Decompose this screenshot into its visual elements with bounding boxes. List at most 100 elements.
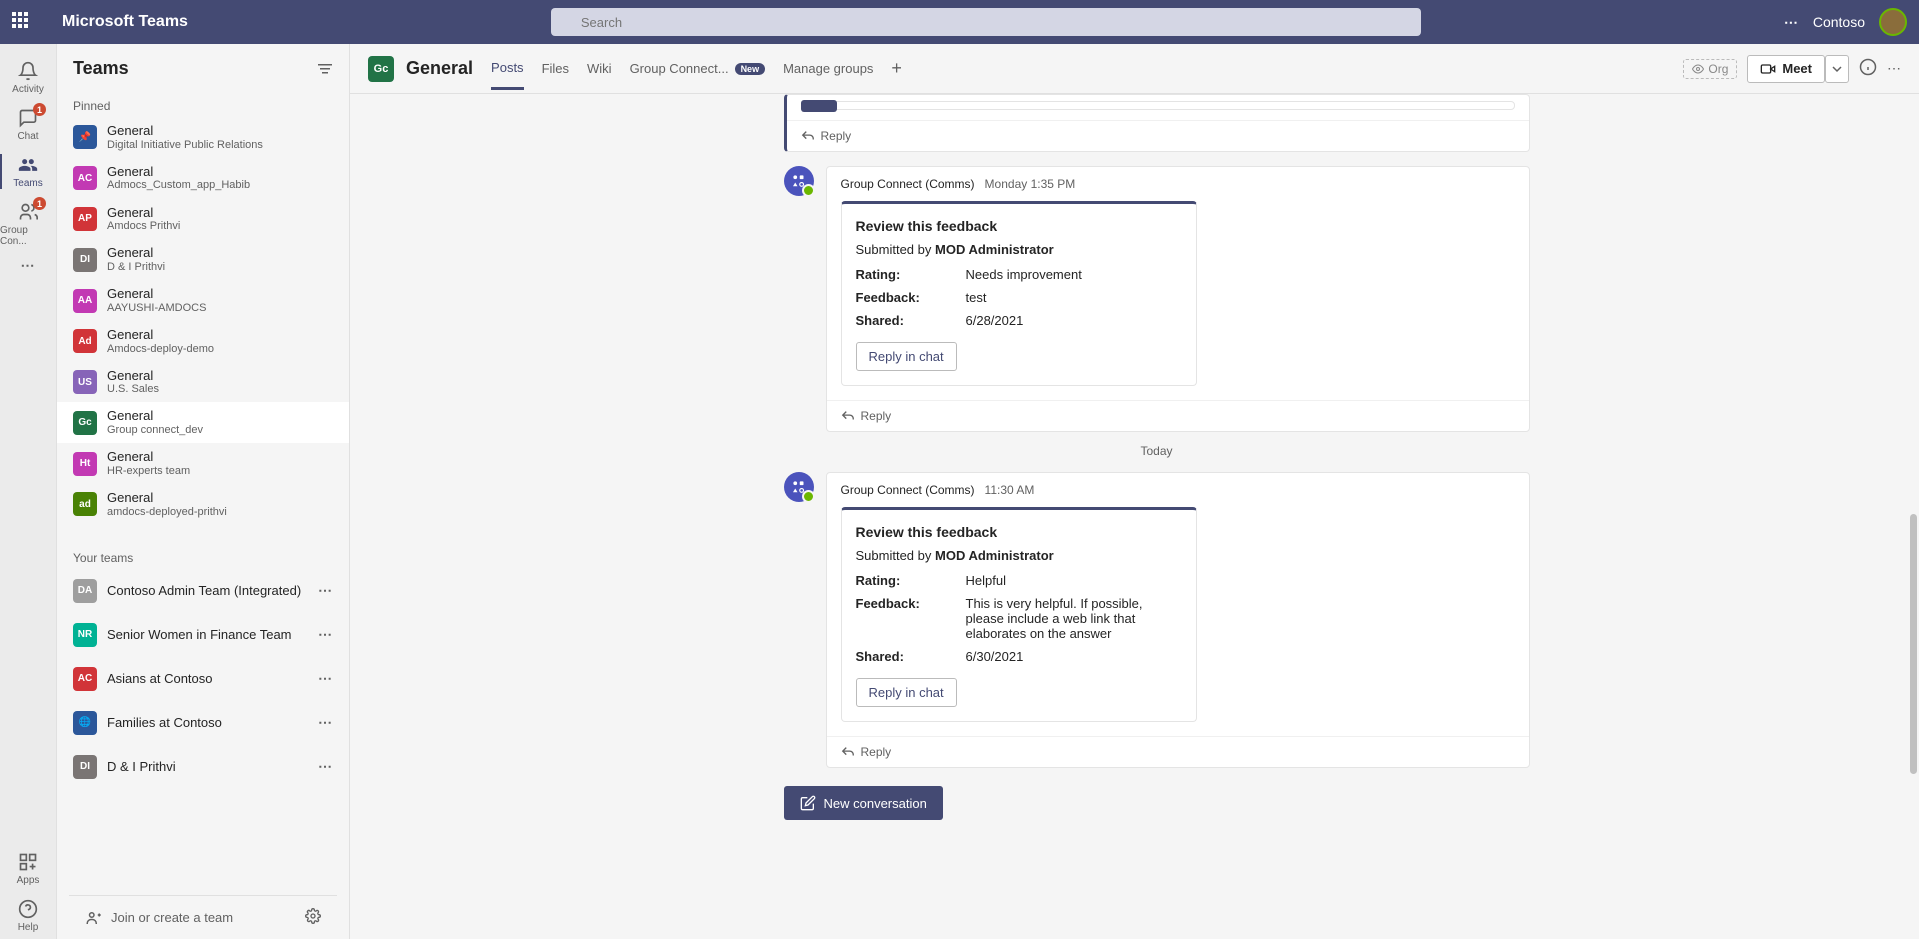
- team-name: U.S. Sales: [107, 383, 159, 396]
- tab-group-connect[interactable]: Group Connect...: [630, 61, 729, 88]
- pinned-channel-item[interactable]: DI General D & I Prithvi: [57, 239, 349, 280]
- settings-icon[interactable]: [305, 908, 321, 927]
- reply-link[interactable]: Reply: [787, 120, 1529, 151]
- team-more-icon[interactable]: ⋯: [318, 582, 333, 599]
- message-time: Monday 1:35 PM: [985, 177, 1076, 191]
- team-more-icon[interactable]: ⋯: [318, 626, 333, 643]
- team-name: Amdocs Prithvi: [107, 220, 180, 233]
- team-more-icon[interactable]: ⋯: [318, 714, 333, 731]
- day-separator: Today: [784, 444, 1530, 458]
- tab-posts[interactable]: Posts: [491, 60, 524, 90]
- message-time: 11:30 AM: [985, 483, 1035, 497]
- reply-in-chat-button[interactable]: Reply in chat: [856, 342, 957, 371]
- reply-link[interactable]: Reply: [827, 736, 1529, 767]
- team-avatar: Gc: [73, 411, 97, 435]
- team-avatar: AA: [73, 289, 97, 313]
- video-icon: [1760, 61, 1776, 77]
- reply-in-chat-button[interactable]: Reply in chat: [856, 678, 957, 707]
- pinned-channel-item[interactable]: AC General Admocs_Custom_app_Habib: [57, 158, 349, 199]
- pinned-channel-item[interactable]: AA General AAYUSHI-AMDOCS: [57, 280, 349, 321]
- message-row: Group Connect (Comms) Monday 1:35 PM Rev…: [784, 166, 1530, 432]
- org-chip[interactable]: Org: [1683, 59, 1737, 79]
- rail-apps[interactable]: Apps: [0, 845, 56, 892]
- rail-more-icon[interactable]: ⋯: [21, 257, 36, 274]
- rail-teams[interactable]: Teams: [0, 148, 56, 195]
- your-teams-section-label: Your teams: [57, 539, 349, 569]
- pinned-channel-item[interactable]: US General U.S. Sales: [57, 362, 349, 403]
- team-name: Contoso Admin Team (Integrated): [107, 583, 301, 598]
- channel-name: General: [107, 245, 165, 261]
- tab-manage-groups[interactable]: Manage groups: [783, 61, 873, 88]
- pinned-channel-item[interactable]: ad General amdocs-deployed-prithvi: [57, 484, 349, 525]
- card-title: Review this feedback: [856, 218, 1182, 234]
- info-icon[interactable]: [1859, 58, 1877, 79]
- rail-group-connect[interactable]: 1 Group Con...: [0, 195, 56, 253]
- team-item[interactable]: NR Senior Women in Finance Team ⋯: [57, 613, 349, 657]
- team-item[interactable]: 🌐 Families at Contoso ⋯: [57, 701, 349, 745]
- pinned-channel-item[interactable]: Ht General HR-experts team: [57, 443, 349, 484]
- group-badge: 1: [33, 197, 46, 210]
- chat-badge: 1: [33, 103, 46, 116]
- rail-chat[interactable]: 1 Chat: [0, 101, 56, 148]
- shared-value: 6/30/2021: [966, 649, 1182, 664]
- app-rail: Activity 1 Chat Teams 1 Group Con... ⋯ A…: [0, 44, 57, 939]
- message-feed[interactable]: Reply Group Connect (Comms) Monday 1:35 …: [350, 94, 1919, 939]
- new-badge: New: [735, 63, 766, 75]
- user-avatar[interactable]: [1879, 8, 1907, 36]
- team-name: Families at Contoso: [107, 715, 222, 730]
- pinned-channel-item[interactable]: 📌 General Digital Initiative Public Rela…: [57, 117, 349, 158]
- connector-icon: [790, 478, 808, 496]
- main-content: Gc General Posts Files Wiki Group Connec…: [350, 44, 1919, 939]
- pinned-channel-item[interactable]: AP General Amdocs Prithvi: [57, 199, 349, 240]
- reply-link[interactable]: Reply: [827, 400, 1529, 431]
- channel-name: General: [107, 123, 263, 139]
- pinned-channel-item[interactable]: Ad General Amdocs-deploy-demo: [57, 321, 349, 362]
- team-avatar: AC: [73, 667, 97, 691]
- shared-value: 6/28/2021: [966, 313, 1182, 328]
- tab-wiki[interactable]: Wiki: [587, 61, 612, 88]
- team-item[interactable]: AC Asians at Contoso ⋯: [57, 657, 349, 701]
- pinned-channel-item[interactable]: Gc General Group connect_dev: [57, 402, 349, 443]
- rating-value: Helpful: [966, 573, 1182, 588]
- message-author: Group Connect (Comms): [841, 483, 975, 497]
- team-avatar: NR: [73, 623, 97, 647]
- team-avatar: US: [73, 370, 97, 394]
- top-more-icon[interactable]: ⋯: [1784, 14, 1799, 31]
- rail-help[interactable]: Help: [0, 892, 56, 939]
- filter-icon[interactable]: [317, 61, 333, 77]
- app-launcher-icon[interactable]: [12, 12, 32, 32]
- meet-button[interactable]: Meet: [1747, 55, 1825, 83]
- reply-icon: [841, 409, 855, 423]
- join-create-team[interactable]: Join or create a team: [85, 909, 233, 927]
- team-avatar: DA: [73, 579, 97, 603]
- search-input[interactable]: [551, 8, 1421, 36]
- bell-icon: [17, 60, 39, 82]
- team-more-icon[interactable]: ⋯: [318, 670, 333, 687]
- apps-icon: [17, 851, 39, 873]
- add-tab-icon[interactable]: +: [891, 58, 902, 79]
- tab-files[interactable]: Files: [542, 61, 569, 88]
- team-name: amdocs-deployed-prithvi: [107, 506, 227, 519]
- team-avatar: AC: [73, 166, 97, 190]
- meet-dropdown[interactable]: [1825, 55, 1849, 83]
- team-name: Senior Women in Finance Team: [107, 627, 292, 642]
- channel-name: General: [107, 368, 159, 384]
- scrollbar[interactable]: [1910, 514, 1917, 774]
- team-name: Group connect_dev: [107, 424, 203, 437]
- new-conversation-button[interactable]: New conversation: [784, 786, 943, 820]
- team-name: D & I Prithvi: [107, 759, 176, 774]
- channel-header: Gc General Posts Files Wiki Group Connec…: [350, 44, 1919, 94]
- rail-activity[interactable]: Activity: [0, 54, 56, 101]
- team-item[interactable]: DI D & I Prithvi ⋯: [57, 745, 349, 789]
- team-avatar: ad: [73, 492, 97, 516]
- search-box[interactable]: [551, 8, 1421, 36]
- feedback-card: Review this feedback Submitted by MOD Ad…: [841, 507, 1197, 722]
- feedback-value: test: [966, 290, 1182, 305]
- team-avatar: Ad: [73, 329, 97, 353]
- header-more-icon[interactable]: ⋯: [1887, 60, 1901, 77]
- team-more-icon[interactable]: ⋯: [318, 758, 333, 775]
- channel-title: General: [406, 58, 473, 79]
- team-item[interactable]: DA Contoso Admin Team (Integrated) ⋯: [57, 569, 349, 613]
- team-avatar: DI: [73, 755, 97, 779]
- channel-name: General: [107, 408, 203, 424]
